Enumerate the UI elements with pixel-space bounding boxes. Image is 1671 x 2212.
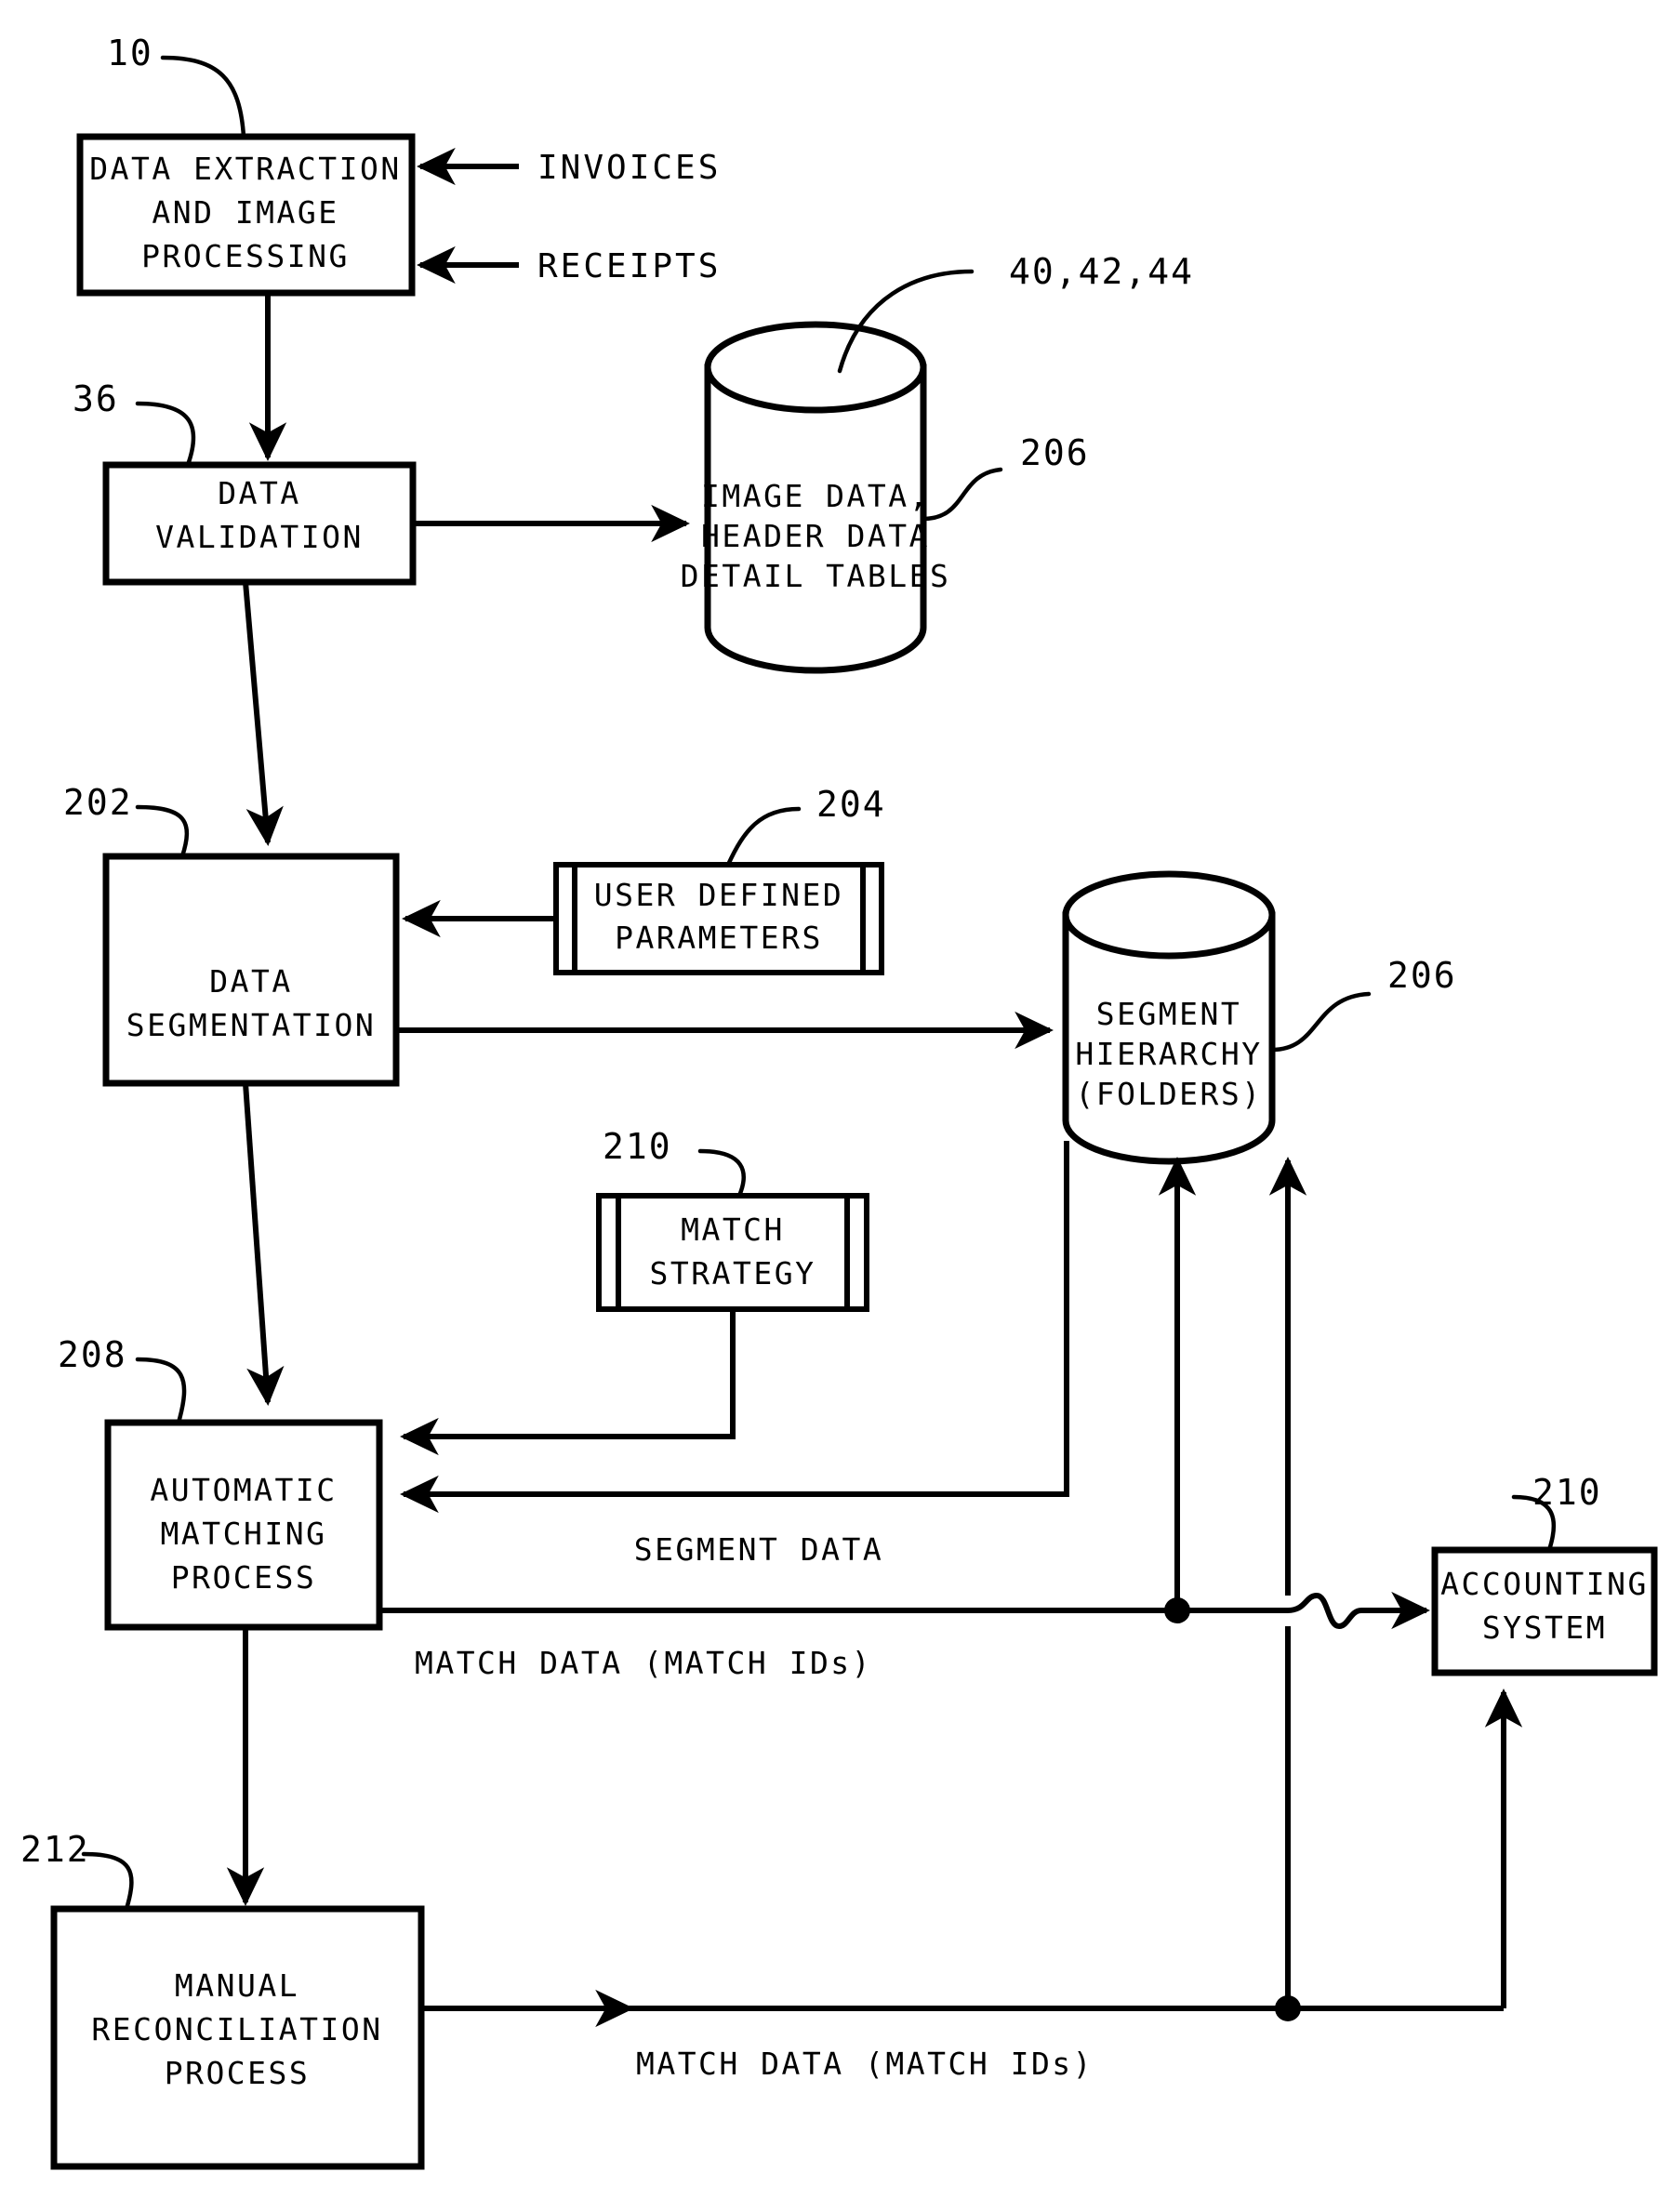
patent-figure: DATA EXTRACTION AND IMAGE PROCESSING 10 … (0, 0, 1671, 2212)
invoices-label: INVOICES (537, 149, 721, 187)
junction-dot-match-data-auto (1164, 1597, 1190, 1623)
segment-data-label: SEGMENT DATA (634, 1531, 883, 1568)
segment-hierarchy-cylinder-top (1062, 870, 1276, 960)
match-strategy-label-line2: STRATEGY (650, 1255, 816, 1291)
data-segmentation-label-line2: SEGMENTATION (126, 1007, 376, 1043)
ref-number-210-accounting: 210 (1532, 1472, 1602, 1513)
user-defined-parameters-label-line1: USER DEFINED (594, 877, 843, 913)
match-data-auto-label: MATCH DATA (MATCH IDs) (415, 1645, 872, 1681)
automatic-matching-label-line3: PROCESS (171, 1559, 317, 1596)
image-store-label-line3: DETAIL TABLES (681, 558, 951, 594)
match-strategy-label-line1: MATCH (681, 1212, 785, 1248)
flowchart-canvas: DATA EXTRACTION AND IMAGE PROCESSING 10 … (0, 0, 1671, 2212)
automatic-matching-label-line2: MATCHING (161, 1516, 327, 1552)
user-defined-parameters-label-line2: PARAMETERS (615, 920, 823, 956)
segment-hierarchy-label-line3: (FOLDERS) (1075, 1076, 1262, 1112)
image-store-cylinder-top (704, 321, 927, 414)
image-store-label-line1: IMAGE DATA, (701, 478, 930, 514)
accounting-system-label-line1: ACCOUNTING (1440, 1566, 1649, 1602)
ref-number-40-42-44: 40,42,44 (1009, 251, 1194, 292)
data-extraction-label-line1: DATA EXTRACTION (89, 151, 402, 187)
ref-number-208: 208 (58, 1334, 127, 1375)
image-store-label-line2: HEADER DATA (701, 518, 930, 554)
ref-number-204: 204 (816, 784, 886, 825)
automatic-matching-label-line1: AUTOMATIC (150, 1472, 337, 1508)
manual-reconciliation-label-line2: RECONCILIATION (91, 2011, 382, 2047)
manual-reconciliation-label-line3: PROCESS (165, 2055, 311, 2091)
segment-hierarchy-label-line1: SEGMENT (1096, 996, 1242, 1032)
data-segmentation-label-line1: DATA (209, 963, 292, 1000)
ref-number-202: 202 (63, 782, 133, 823)
junction-dot-match-data-manual (1275, 1995, 1301, 2021)
ref-number-206-hierarchy: 206 (1387, 955, 1457, 996)
ref-number-212: 212 (20, 1829, 90, 1870)
match-data-manual-label: MATCH DATA (MATCH IDs) (636, 2046, 1094, 2082)
ref-number-206-image-store: 206 (1020, 432, 1090, 473)
data-validation-label-line2: VALIDATION (155, 519, 364, 555)
ref-number-10: 10 (107, 33, 153, 73)
ref-number-36: 36 (73, 378, 119, 419)
data-extraction-label-line3: PROCESSING (141, 238, 350, 274)
data-extraction-label-line2: AND IMAGE (152, 194, 338, 231)
accounting-system-label-line2: SYSTEM (1482, 1609, 1607, 1646)
segment-hierarchy-label-line2: HIERARCHY (1075, 1036, 1262, 1072)
ref-number-210-match-strategy: 210 (603, 1126, 672, 1167)
data-validation-label-line1: DATA (218, 475, 300, 511)
receipts-label: RECEIPTS (537, 247, 721, 285)
manual-reconciliation-label-line1: MANUAL (175, 1967, 299, 2004)
